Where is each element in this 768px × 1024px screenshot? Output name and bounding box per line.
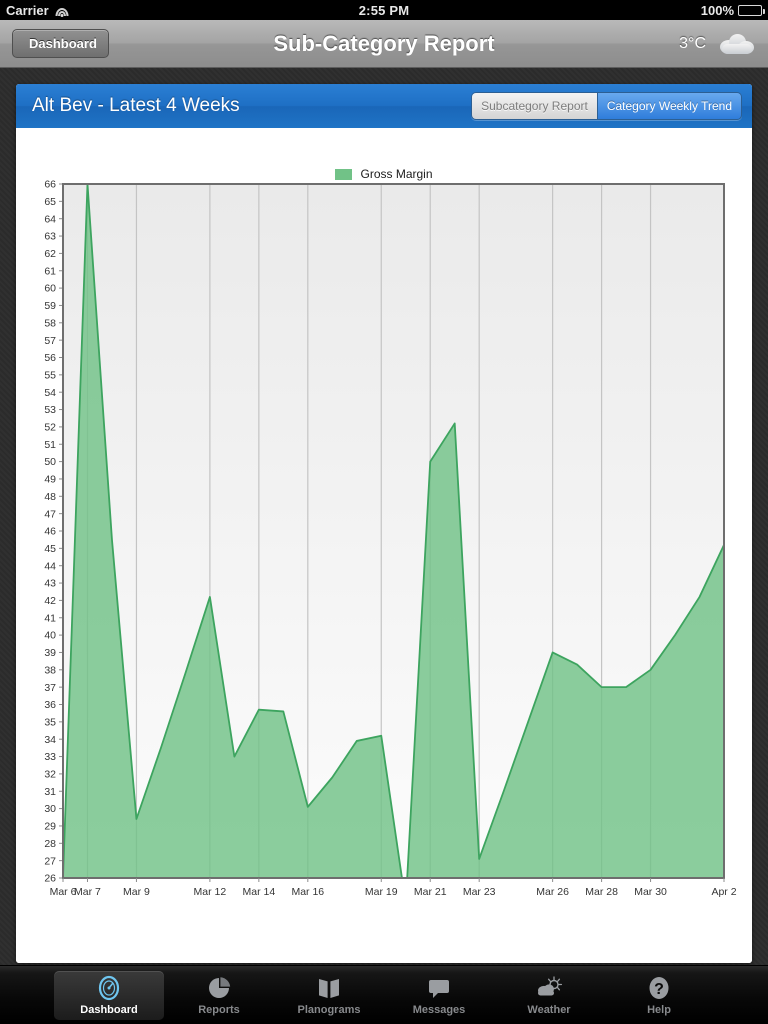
open-book-icon	[316, 975, 342, 1002]
tab-label: Help	[647, 1003, 671, 1016]
y-axis-tick-label: 43	[44, 578, 56, 590]
page-body: Alt Bev - Latest 4 Weeks Subcategory Rep…	[0, 68, 768, 1024]
y-axis-tick-label: 35	[44, 716, 56, 728]
pie-chart-icon	[206, 975, 232, 1002]
x-axis-tick-label: Mar 7	[74, 886, 101, 898]
y-axis-tick-label: 64	[44, 213, 56, 225]
gross-margin-area-chart: 26 27 28 29 30 31 32 33 34 35 36 37 38 39 40 41 42 43 44 45…	[44, 179, 736, 898]
tab-planograms[interactable]: Planograms	[274, 971, 384, 1020]
y-axis-tick-label: 27	[44, 855, 56, 867]
y-axis-tick-label: 50	[44, 456, 56, 468]
y-axis-tick-label: 41	[44, 612, 56, 624]
y-axis-tick-label: 62	[44, 248, 56, 260]
y-axis-tick-label: 39	[44, 647, 56, 659]
x-axis-tick-label: Mar 12	[194, 886, 227, 898]
segment-label: Subcategory Report	[481, 99, 588, 113]
tab-messages[interactable]: Messages	[384, 971, 494, 1020]
navigation-bar: Dashboard Sub-Category Report 3°C	[0, 20, 768, 68]
y-axis-tick-label: 38	[44, 664, 56, 676]
y-axis-tick-label: 54	[44, 387, 56, 399]
y-axis-tick-label: 52	[44, 422, 56, 434]
y-axis-tick-label: 65	[44, 196, 56, 208]
y-axis-tick-label: 37	[44, 682, 56, 694]
x-axis-tick-label: Mar 16	[291, 886, 324, 898]
x-axis-tick-label: Mar 9	[123, 886, 150, 898]
y-axis-tick-label: 40	[44, 630, 56, 642]
y-axis-tick-label: 29	[44, 821, 56, 833]
status-clock: 2:55 PM	[358, 2, 410, 18]
battery-full-icon	[738, 4, 765, 16]
back-button-label: Dashboard	[29, 36, 97, 51]
cloud-icon	[718, 32, 756, 56]
y-axis-tick-label: 57	[44, 335, 56, 347]
battery-percent-label: 100%	[700, 2, 734, 18]
speech-bubble-icon	[426, 975, 452, 1002]
back-button-dashboard[interactable]: Dashboard	[12, 29, 109, 58]
y-axis-tick-label: 66	[44, 179, 56, 191]
y-axis-tick-label: 34	[44, 734, 56, 746]
tab-weather[interactable]: Weather	[494, 971, 604, 1020]
y-axis-tick-label: 44	[44, 560, 56, 572]
tab-label: Messages	[412, 1003, 466, 1016]
panel-header: Alt Bev - Latest 4 Weeks Subcategory Rep…	[16, 84, 752, 128]
y-axis-tick-label: 56	[44, 352, 56, 364]
panel-title: Alt Bev - Latest 4 Weeks	[32, 95, 240, 116]
gauge-icon	[96, 975, 122, 1002]
page-title: Sub-Category Report	[273, 30, 495, 56]
x-axis-tick-label: Mar 30	[634, 886, 667, 898]
segment-label: Category Weekly Trend	[606, 99, 732, 113]
tab-label: Reports	[198, 1003, 240, 1016]
svg-text:?: ?	[654, 981, 664, 998]
y-axis-tick-label: 58	[44, 317, 56, 329]
chart-container: Gross Margin 26 27 28 29 30 31 32 33 34 35 36 37 38 3…	[16, 128, 752, 963]
tab-label: Weather	[527, 1003, 571, 1016]
segment-subcategory-report[interactable]: Subcategory Report	[472, 93, 597, 119]
y-axis-tick-label: 32	[44, 769, 56, 781]
y-axis-tick-label: 45	[44, 543, 56, 555]
y-axis-tick-label: 60	[44, 283, 56, 295]
tab-bar: Dashboard Reports Planograms Messages We…	[0, 965, 768, 1024]
y-axis-tick-label: 55	[44, 369, 56, 381]
x-axis-tick-label: Mar 6	[50, 886, 77, 898]
y-axis-tick-label: 36	[44, 699, 56, 711]
y-axis-tick-label: 33	[44, 751, 56, 763]
tab-help[interactable]: ? Help	[604, 971, 714, 1020]
y-axis-tick-label: 63	[44, 231, 56, 243]
x-axis-tick-label: Mar 14	[243, 886, 276, 898]
tab-reports[interactable]: Reports	[164, 971, 274, 1020]
segmented-control[interactable]: Subcategory Report Category Weekly Trend	[471, 92, 742, 120]
x-axis-tick-label: Mar 28	[585, 886, 618, 898]
x-axis-tick-label: Apr 2	[711, 886, 736, 898]
y-axis-tick-label: 61	[44, 265, 56, 277]
y-axis-tick-label: 42	[44, 595, 56, 607]
tab-label: Dashboard	[80, 1003, 138, 1016]
x-axis-tick-label: Mar 21	[414, 886, 447, 898]
y-axis-tick-label: 26	[44, 873, 56, 885]
y-axis-tick-label: 28	[44, 838, 56, 850]
y-axis-tick-label: 59	[44, 300, 56, 312]
y-axis-tick-label: 31	[44, 786, 56, 798]
status-bar: Carrier 2:55 PM 100%	[0, 0, 768, 20]
y-axis-tick-label: 53	[44, 404, 56, 416]
question-mark-icon: ?	[646, 975, 672, 1002]
y-axis-tick-label: 51	[44, 439, 56, 451]
y-axis-tick-label: 49	[44, 474, 56, 486]
x-axis-tick-label: Mar 26	[536, 886, 569, 898]
battery-group: 100%	[700, 2, 765, 18]
weather-widget[interactable]: 3°C	[679, 32, 756, 56]
y-axis-tick-label: 30	[44, 803, 56, 815]
tab-dashboard[interactable]: Dashboard	[54, 970, 164, 1020]
sun-cloud-icon	[535, 975, 563, 1002]
y-axis-tick-label: 48	[44, 491, 56, 503]
y-axis-tick-label: 46	[44, 526, 56, 538]
temperature-label: 3°C	[679, 34, 706, 52]
tab-label: Planograms	[297, 1003, 361, 1016]
y-axis-tick-label: 47	[44, 508, 56, 520]
segment-category-weekly-trend[interactable]: Category Weekly Trend	[596, 93, 741, 119]
x-axis-tick-label: Mar 19	[365, 886, 398, 898]
report-panel: Alt Bev - Latest 4 Weeks Subcategory Rep…	[16, 84, 752, 963]
x-axis-tick-label: Mar 23	[463, 886, 496, 898]
